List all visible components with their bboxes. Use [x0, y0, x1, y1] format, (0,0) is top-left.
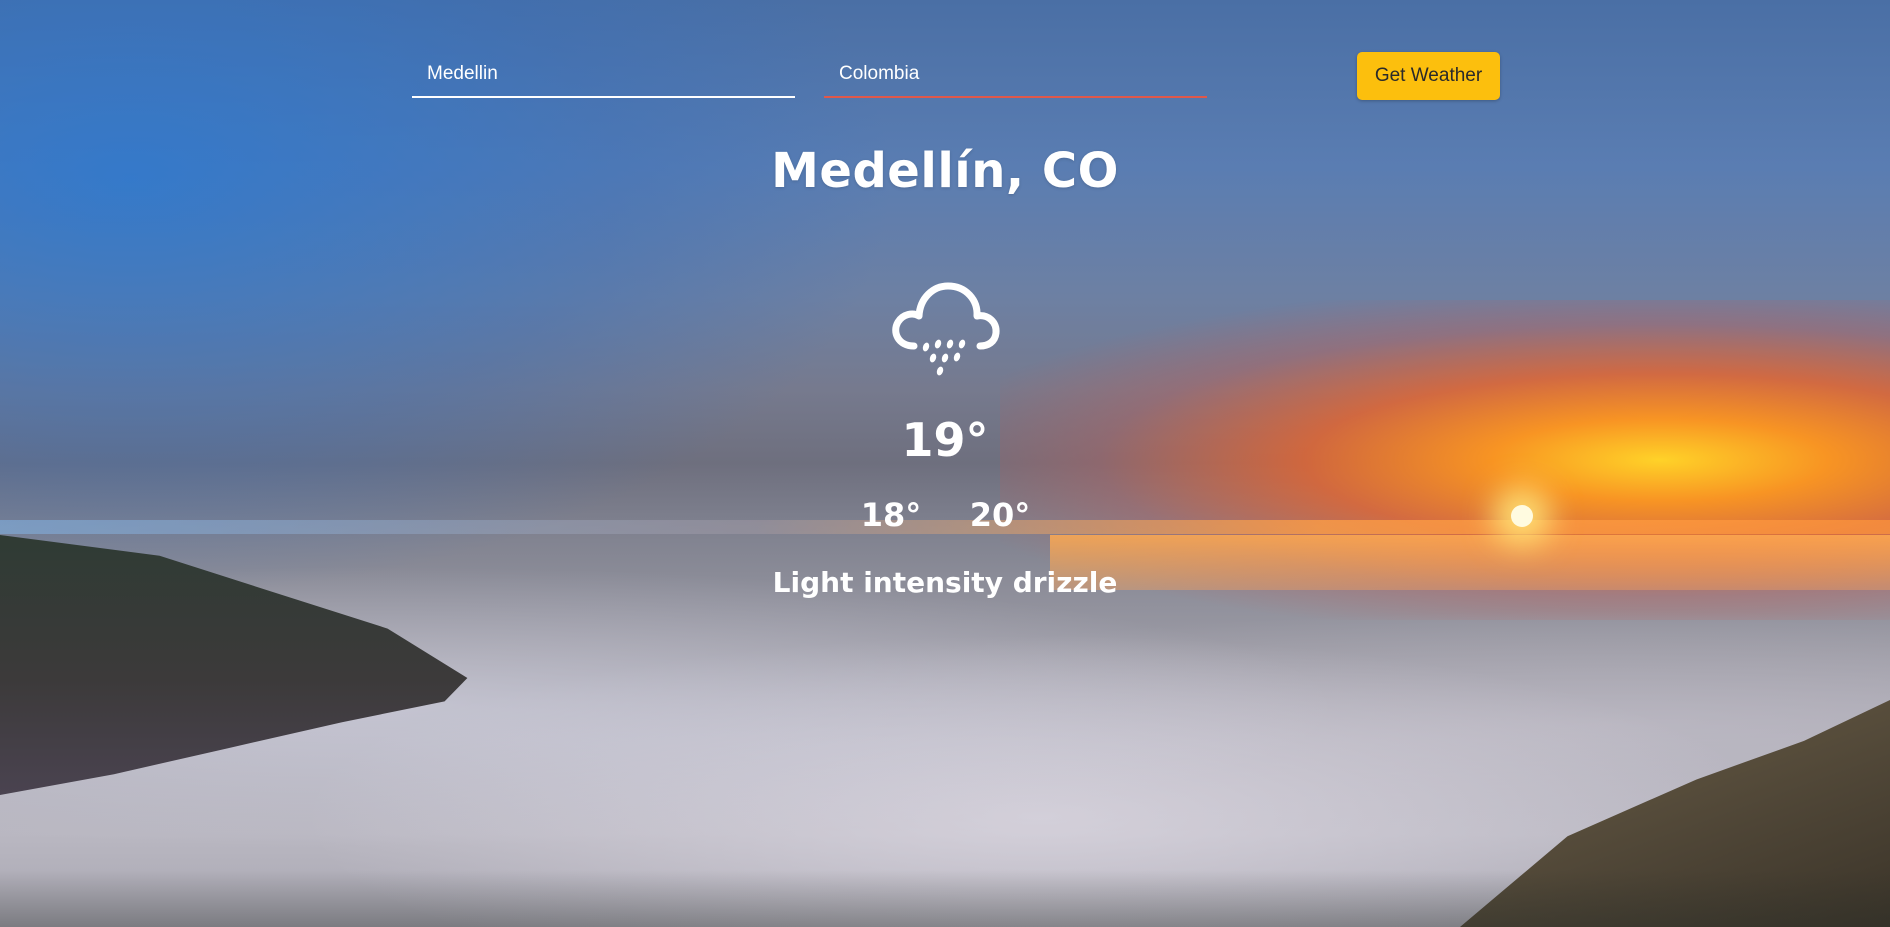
location-title: Medellín, CO — [771, 143, 1119, 199]
weather-app: Get Weather Medellín, CO 19° 18° 20° Lig… — [0, 0, 1890, 927]
country-input[interactable] — [824, 52, 1207, 96]
city-input[interactable] — [412, 52, 795, 96]
rain-cloud-icon — [892, 282, 1000, 376]
max-temperature: 20° — [969, 496, 1031, 534]
min-temperature: 18° — [860, 496, 922, 534]
country-field — [824, 52, 1207, 98]
current-temperature: 19° — [901, 413, 989, 467]
get-weather-button[interactable]: Get Weather — [1357, 52, 1500, 100]
weather-description: Light intensity drizzle — [772, 566, 1118, 599]
city-field — [412, 52, 795, 98]
